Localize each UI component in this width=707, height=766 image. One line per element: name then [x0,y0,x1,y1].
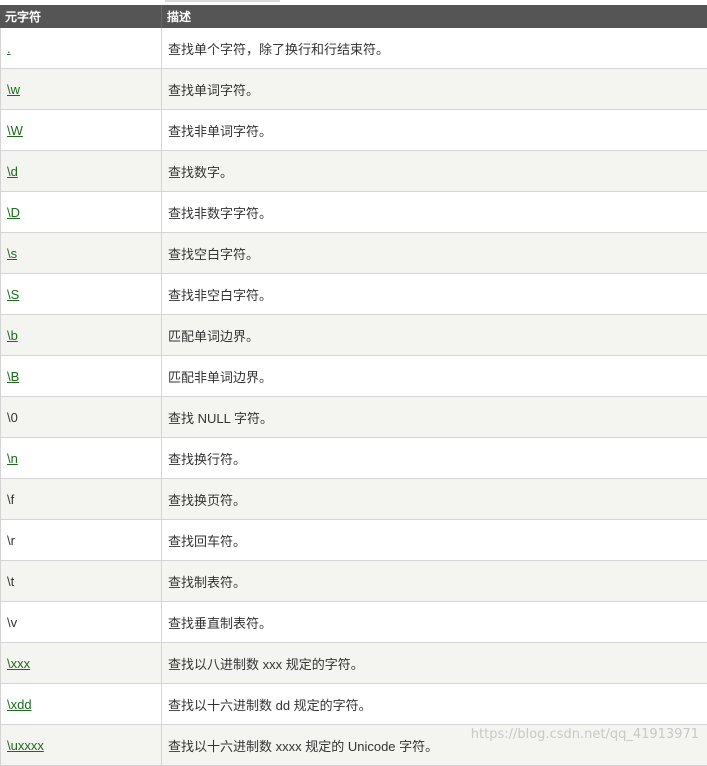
description-cell: 查找数字。 [162,151,707,192]
description-cell: 查找非空白字符。 [162,274,707,315]
metachar-text: \0 [7,410,18,425]
metachar-link[interactable]: . [7,41,11,56]
metachar-cell: \uxxxx [1,725,162,766]
description-cell: 查找制表符。 [162,561,707,602]
metachar-cell: \0 [1,397,162,438]
description-cell: 查找以十六进制数 dd 规定的字符。 [162,684,707,725]
metachar-text: \r [7,533,15,548]
table-row: \n 查找换行符。 [1,438,707,479]
metachar-link[interactable]: \xxx [7,656,30,671]
metachar-link[interactable]: \n [7,451,18,466]
table-row: \v 查找垂直制表符。 [1,602,707,643]
description-cell: 查找 NULL 字符。 [162,397,707,438]
table-row: \s 查找空白字符。 [1,233,707,274]
description-cell: 查找非单词字符。 [162,110,707,151]
table-row: \S 查找非空白字符。 [1,274,707,315]
header-description: 描述 [162,5,707,28]
metachar-cell: \xdd [1,684,162,725]
table-row: \D 查找非数字字符。 [1,192,707,233]
metachar-link[interactable]: \xdd [7,697,32,712]
description-cell: 查找换行符。 [162,438,707,479]
metachar-cell: \s [1,233,162,274]
metachar-cell: . [1,28,162,69]
table-header-row: 元字符 描述 [1,5,707,28]
description-cell: 查找换页符。 [162,479,707,520]
metachar-link[interactable]: \D [7,205,20,220]
table-row: \d 查找数字。 [1,151,707,192]
table-row: . 查找单个字符，除了换行和行结束符。 [1,28,707,69]
metachar-link[interactable]: \s [7,246,17,261]
metachar-cell: \n [1,438,162,479]
metachar-text: \v [7,615,17,630]
metachar-cell: \D [1,192,162,233]
description-cell: 查找垂直制表符。 [162,602,707,643]
table-row: \0 查找 NULL 字符。 [1,397,707,438]
metachar-cell: \b [1,315,162,356]
description-cell: 查找非数字字符。 [162,192,707,233]
table-row: \B 匹配非单词边界。 [1,356,707,397]
metachar-cell: \W [1,110,162,151]
metachar-cell: \f [1,479,162,520]
metachar-link[interactable]: \w [7,82,20,97]
metachar-cell: \xxx [1,643,162,684]
metachar-link[interactable]: \uxxxx [7,738,44,753]
table-row: \f 查找换页符。 [1,479,707,520]
table-row: \b 匹配单词边界。 [1,315,707,356]
metachar-cell: \v [1,602,162,643]
description-cell: 查找单词字符。 [162,69,707,110]
metachar-text: \f [7,492,14,507]
metachar-cell: \B [1,356,162,397]
table-row: \uxxxx 查找以十六进制数 xxxx 规定的 Unicode 字符。 [1,725,707,766]
metachar-text: \t [7,574,14,589]
metachar-cell: \S [1,274,162,315]
table-row: \xdd 查找以十六进制数 dd 规定的字符。 [1,684,707,725]
metachar-link[interactable]: \b [7,328,18,343]
metachar-link[interactable]: \S [7,287,19,302]
description-cell: 查找单个字符，除了换行和行结束符。 [162,28,707,69]
table-row: \xxx 查找以八进制数 xxx 规定的字符。 [1,643,707,684]
metachar-link[interactable]: \B [7,369,19,384]
top-scroll-strip [165,0,280,2]
description-cell: 查找回车符。 [162,520,707,561]
table-row: \W 查找非单词字符。 [1,110,707,151]
metachar-link[interactable]: \d [7,164,18,179]
metachar-cell: \w [1,69,162,110]
description-cell: 匹配非单词边界。 [162,356,707,397]
metacharacter-table: 元字符 描述 . 查找单个字符，除了换行和行结束符。 \w 查找单词字符。 \W 查找非单… [0,5,707,766]
description-cell: 查找以八进制数 xxx 规定的字符。 [162,643,707,684]
table-row: \w 查找单词字符。 [1,69,707,110]
metachar-cell: \d [1,151,162,192]
description-cell: 匹配单词边界。 [162,315,707,356]
metachar-cell: \t [1,561,162,602]
description-cell: 查找空白字符。 [162,233,707,274]
metachar-link[interactable]: \W [7,123,23,138]
metachar-cell: \r [1,520,162,561]
table-row: \r 查找回车符。 [1,520,707,561]
table-row: \t 查找制表符。 [1,561,707,602]
description-cell: 查找以十六进制数 xxxx 规定的 Unicode 字符。 [162,725,707,766]
header-metachar: 元字符 [1,5,162,28]
